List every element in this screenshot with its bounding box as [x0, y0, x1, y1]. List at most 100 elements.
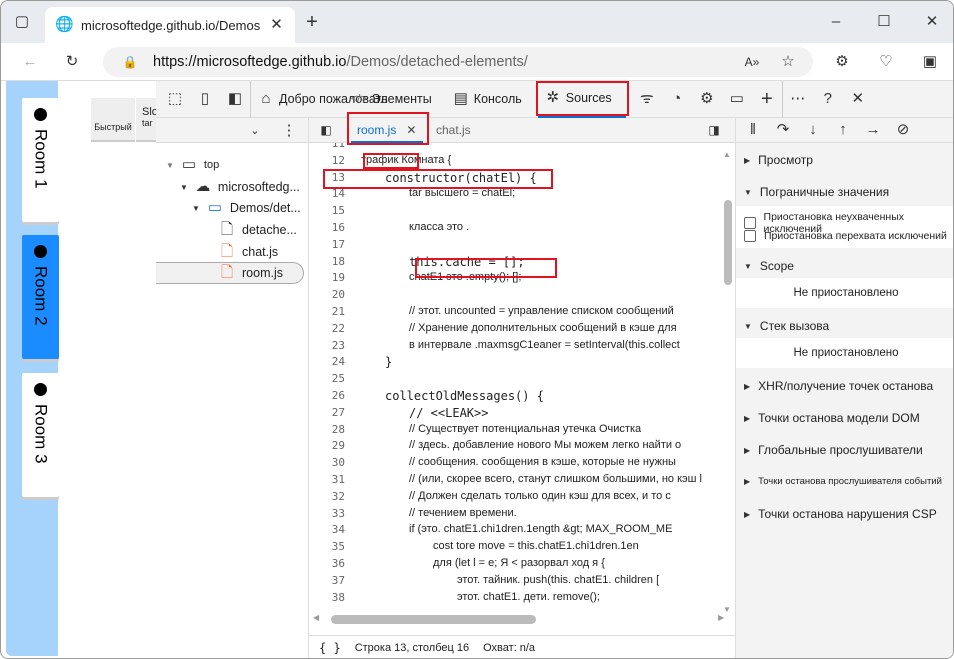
- more-icon[interactable]: ⋮: [280, 122, 298, 140]
- line-number[interactable]: 14: [309, 187, 345, 200]
- vertical-scrollbar[interactable]: ▲ ▼: [723, 150, 733, 620]
- line-number[interactable]: 31: [309, 473, 345, 486]
- close-devtools-icon[interactable]: ✕: [843, 81, 873, 118]
- close-window-icon[interactable]: ✕: [923, 13, 941, 31]
- line-number[interactable]: 15: [309, 204, 345, 217]
- step-into-icon[interactable]: ↓: [804, 121, 822, 139]
- line-number[interactable]: 22: [309, 322, 345, 335]
- help-icon[interactable]: ?: [813, 81, 843, 118]
- checkbox[interactable]: [744, 217, 756, 229]
- slow-button[interactable]: Slotar: [136, 98, 156, 140]
- room-1-button[interactable]: Room 1: [22, 98, 59, 222]
- highlight-sources: [536, 81, 629, 116]
- network-icon[interactable]: ᯤ: [632, 81, 662, 118]
- line-number[interactable]: 18: [309, 255, 345, 268]
- line-number[interactable]: 23: [309, 339, 345, 352]
- line-number[interactable]: 34: [309, 523, 345, 536]
- extensions-icon[interactable]: ⚙: [833, 53, 851, 71]
- line-number[interactable]: 20: [309, 288, 345, 301]
- section-csp[interactable]: ▶ Точки останова нарушения CSP: [736, 507, 953, 521]
- tree-file[interactable]: 🗋 chat.js: [218, 243, 278, 261]
- checkbox[interactable]: [744, 230, 756, 242]
- section-xhr[interactable]: ▶ XHR/получение точек останова: [736, 379, 953, 393]
- line-number[interactable]: 26: [309, 389, 345, 402]
- step-over-icon[interactable]: ↷: [774, 121, 792, 139]
- code-line: cost tore move = this.chatE1.chi1dren.1e…: [433, 540, 639, 553]
- section-label: Стек вызова: [759, 319, 830, 333]
- maximize-icon[interactable]: ☐: [875, 13, 893, 31]
- line-number[interactable]: 11: [309, 143, 345, 150]
- line-number[interactable]: 16: [309, 221, 345, 234]
- fast-button[interactable]: Быстрый: [91, 98, 135, 140]
- line-number[interactable]: 12: [309, 154, 345, 167]
- tree-file-selected[interactable]: 🗋 room.js: [156, 262, 304, 284]
- line-number[interactable]: 25: [309, 372, 345, 385]
- js-file-icon: 🗋: [220, 243, 234, 260]
- minimize-icon[interactable]: –: [827, 13, 845, 31]
- memory-icon[interactable]: ⚙: [692, 81, 722, 118]
- line-number[interactable]: 17: [309, 238, 345, 251]
- step-icon[interactable]: →: [864, 121, 882, 139]
- device-emulation-icon[interactable]: ▯: [190, 81, 220, 118]
- tree-file[interactable]: 🗋 detache...: [218, 221, 297, 239]
- dock-icon[interactable]: ◧: [220, 80, 251, 118]
- line-number[interactable]: 27: [309, 406, 345, 419]
- tree-folder[interactable]: ▼ ▭ Demos/det...: [192, 199, 301, 217]
- tree-host[interactable]: ▼ ☁ microsoftedg...: [180, 178, 300, 196]
- sidebar-icon[interactable]: ▣: [921, 53, 939, 71]
- refresh-icon[interactable]: ↻: [63, 53, 81, 71]
- line-number[interactable]: 35: [309, 540, 345, 553]
- line-number[interactable]: 19: [309, 271, 345, 284]
- chevron-down-icon[interactable]: ⌄: [246, 122, 264, 140]
- pretty-print-icon[interactable]: { }: [319, 641, 341, 655]
- code-line: }: [385, 355, 393, 370]
- more-tools-icon[interactable]: +: [752, 80, 783, 118]
- line-number[interactable]: 24: [309, 355, 345, 368]
- code-area[interactable]: 11 12 трафик Комната {13 constructor(chatEl…: [309, 143, 721, 613]
- line-number[interactable]: 33: [309, 507, 345, 520]
- close-tab-icon[interactable]: ✕: [268, 16, 285, 34]
- read-aloud-icon[interactable]: A»: [743, 53, 761, 71]
- profile-icon[interactable]: ♡: [877, 53, 895, 71]
- inspect-icon[interactable]: ⬚: [156, 81, 190, 118]
- section-dom[interactable]: ▶ Точки останова модели DOM: [736, 411, 953, 425]
- new-tab-icon[interactable]: +: [303, 12, 321, 32]
- toggle-debugger-icon[interactable]: ◨: [705, 121, 723, 139]
- url-input[interactable]: 🔒 https://microsoftedge.github.io/Demos/…: [103, 47, 813, 77]
- pause-caught-checkbox[interactable]: Приостановка перехвата исключений: [736, 230, 953, 242]
- line-number[interactable]: 29: [309, 439, 345, 452]
- deactivate-breakpoints-icon[interactable]: ⊘: [894, 121, 912, 139]
- room-2-button[interactable]: Room 2: [22, 235, 59, 359]
- section-label: Просмотр: [758, 153, 813, 167]
- step-out-icon[interactable]: ↑: [834, 121, 852, 139]
- tab-chat-js[interactable]: chat.js: [436, 123, 471, 137]
- section-event[interactable]: ▶ Точки останова прослушивателя событий: [736, 476, 953, 487]
- performance-icon[interactable]: ◔: [662, 81, 692, 118]
- application-icon[interactable]: ▭: [722, 81, 752, 118]
- toggle-navigator-icon[interactable]: ◧: [317, 121, 335, 139]
- line-number[interactable]: 21: [309, 305, 345, 318]
- favorite-icon[interactable]: ☆: [779, 53, 797, 71]
- line-number[interactable]: 30: [309, 456, 345, 469]
- browser-tab[interactable]: 🌐 microsoftedge.github.io/Demos/d ✕: [45, 7, 295, 43]
- line-number[interactable]: 36: [309, 557, 345, 570]
- more-options-icon[interactable]: ⋯: [783, 81, 813, 118]
- pause-icon[interactable]: ‖: [744, 121, 762, 139]
- browser-window: ▢ 🌐 microsoftedge.github.io/Demos/d ✕ + …: [0, 0, 954, 659]
- line-number[interactable]: 37: [309, 574, 345, 587]
- line-number[interactable]: 32: [309, 490, 345, 503]
- section-breakpoints[interactable]: ▼ Пограничные значения: [736, 185, 953, 199]
- section-scope[interactable]: ▼ Scope: [736, 259, 953, 273]
- back-icon[interactable]: ←: [21, 53, 39, 71]
- horizontal-scrollbar[interactable]: ◀ ▶: [313, 613, 733, 627]
- section-call-stack[interactable]: ▼ Стек вызова: [736, 319, 953, 333]
- line-number[interactable]: 38: [309, 591, 345, 604]
- tab-console[interactable]: ▤ Консоль: [446, 81, 528, 118]
- code-line: // этот. uncounted = управление списком …: [409, 305, 674, 317]
- tab-actions-icon[interactable]: ▢: [13, 13, 31, 31]
- line-number[interactable]: 28: [309, 423, 345, 436]
- section-watch[interactable]: ▶ Просмотр: [736, 153, 953, 167]
- section-global[interactable]: ▶ Глобальные прослушиватели: [736, 443, 953, 457]
- tree-top[interactable]: ▼ ▭ top: [166, 156, 219, 174]
- room-3-button[interactable]: Room 3: [22, 373, 59, 497]
